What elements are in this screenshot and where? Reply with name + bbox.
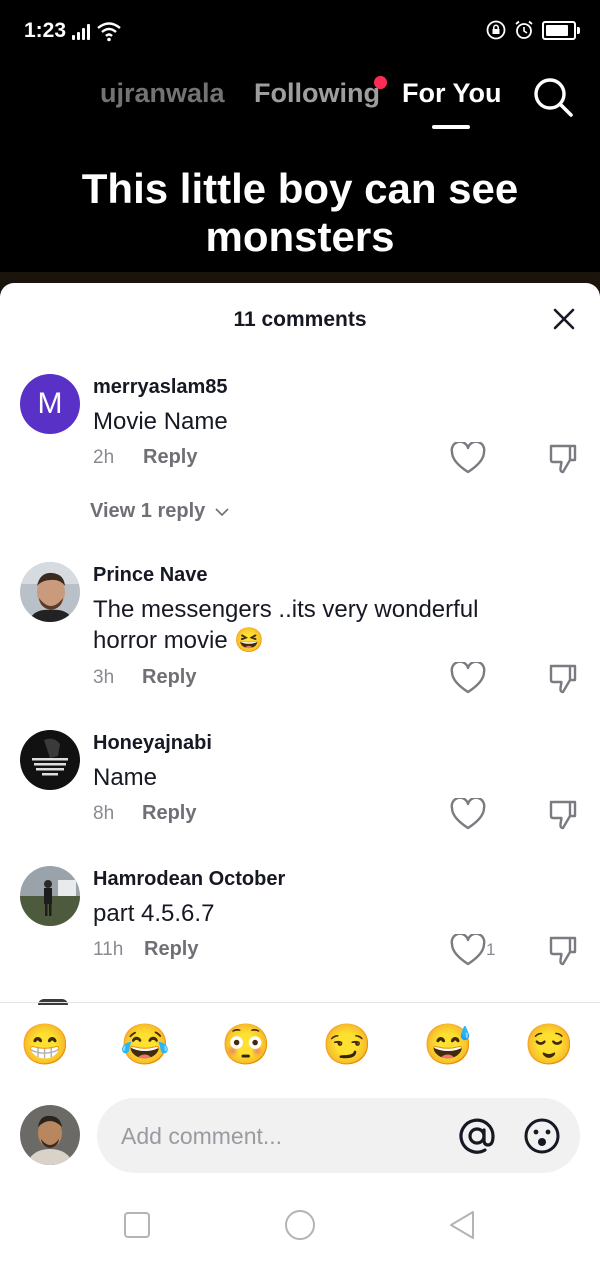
battery-icon xyxy=(542,20,580,40)
recent-apps-icon[interactable] xyxy=(121,1209,153,1241)
avatar[interactable] xyxy=(20,730,80,790)
comment-username[interactable]: Honeyajnabi xyxy=(93,732,212,755)
tab-location[interactable]: ujranwala xyxy=(100,78,225,109)
top-nav: ujranwala Following For You xyxy=(0,70,600,130)
heart-icon[interactable] xyxy=(450,662,486,696)
dislike-icon[interactable] xyxy=(548,663,578,695)
chevron-down-icon xyxy=(215,508,229,516)
comment-composer xyxy=(0,1097,600,1177)
tab-following[interactable]: Following xyxy=(254,78,380,109)
heart-icon[interactable] xyxy=(450,934,486,968)
comment-time: 2h xyxy=(93,447,115,468)
lock-rotation-icon xyxy=(486,20,506,40)
video-caption: This little boy can see monsters xyxy=(81,165,519,260)
at-icon[interactable] xyxy=(457,1116,497,1156)
comment-time: 8h xyxy=(93,803,115,824)
emoji-face-icon[interactable] xyxy=(522,1116,562,1156)
comment-text: Name xyxy=(93,764,158,791)
my-avatar xyxy=(20,1105,80,1165)
system-nav-bar xyxy=(0,1197,600,1257)
close-icon[interactable] xyxy=(550,305,578,333)
reply-button[interactable]: Reply xyxy=(144,938,198,961)
dislike-icon[interactable] xyxy=(548,799,578,831)
wifi-icon xyxy=(97,22,121,42)
notification-dot xyxy=(374,76,387,89)
avatar[interactable]: M xyxy=(20,374,80,434)
reply-button[interactable]: Reply xyxy=(142,802,196,825)
emoji-laugh-button[interactable]: 😂 xyxy=(120,1020,170,1070)
comment-input[interactable] xyxy=(119,1098,443,1175)
status-time: 1:23 xyxy=(24,19,67,42)
signal-icon xyxy=(72,22,92,40)
reply-button[interactable]: Reply xyxy=(142,666,196,689)
tab-for-you[interactable]: For You xyxy=(402,78,502,109)
comment-username[interactable]: merryaslam85 xyxy=(93,376,228,399)
view-replies-button[interactable]: View 1 reply xyxy=(90,500,229,523)
heart-icon[interactable] xyxy=(450,798,486,832)
emoji-sweat-smile-button[interactable]: 😅 xyxy=(423,1020,473,1070)
dislike-icon[interactable] xyxy=(548,935,578,967)
comment-username[interactable]: Hamrodean October xyxy=(93,868,285,891)
heart-icon[interactable] xyxy=(450,442,486,476)
emoji-quick-bar: 😁 😂 😳 😏 😅 😌 xyxy=(0,1020,600,1080)
like-count: 1 xyxy=(486,940,496,959)
emoji-flushed-button[interactable]: 😳 xyxy=(221,1020,271,1070)
reply-button[interactable]: Reply xyxy=(143,446,197,469)
back-icon[interactable] xyxy=(447,1209,479,1241)
emoji-grin-button[interactable]: 😁 xyxy=(20,1020,70,1070)
avatar[interactable] xyxy=(20,562,80,622)
status-bar: 1:23 xyxy=(0,0,600,64)
search-icon[interactable] xyxy=(532,76,574,118)
home-icon[interactable] xyxy=(284,1209,316,1241)
comments-sheet: 11 comments M merryaslam85 Movie Name 2h… xyxy=(0,283,600,1267)
comment-text: part 4.5.6.7 xyxy=(93,900,215,927)
comment-text: Movie Name xyxy=(93,408,228,435)
alarm-icon xyxy=(515,20,533,39)
active-tab-indicator xyxy=(432,125,470,129)
emoji-relieved-button[interactable]: 😌 xyxy=(524,1020,574,1070)
comment-time: 11h xyxy=(93,939,124,960)
comment-text: The messengers ..its very wonderful horr… xyxy=(93,596,479,654)
dislike-icon[interactable] xyxy=(548,443,578,475)
divider xyxy=(0,1002,600,1003)
avatar[interactable] xyxy=(20,866,80,926)
comment-input-container xyxy=(97,1098,580,1175)
view-replies-label: View 1 reply xyxy=(90,500,206,522)
comment-time: 3h xyxy=(93,667,115,688)
comment-count: 11 comments xyxy=(233,308,367,331)
sheet-header: 11 comments xyxy=(0,283,600,355)
emoji-smirk-button[interactable]: 😏 xyxy=(322,1020,372,1070)
comment-username[interactable]: Prince Nave xyxy=(93,564,208,587)
